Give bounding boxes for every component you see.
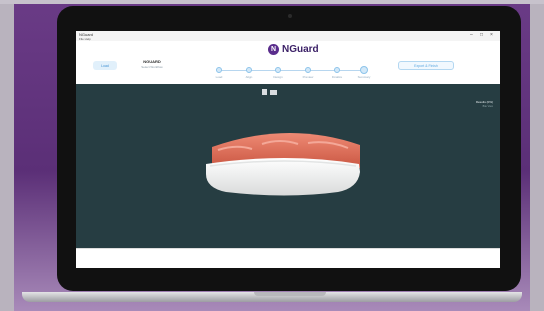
status-bar: [76, 248, 500, 268]
app-screen: NGuard File Help – □ × N NGuard Load NGU…: [76, 31, 500, 268]
step-label-load: Load: [215, 75, 223, 79]
maximize-icon[interactable]: □: [480, 32, 483, 38]
load-button[interactable]: Load: [93, 61, 117, 70]
step-label-finalize: Finalize: [331, 75, 343, 79]
step-label-summary: Summary: [357, 75, 371, 79]
logo-text: NGuard: [282, 43, 319, 55]
step-dot-summary[interactable]: [360, 66, 368, 74]
step-label-design: Design: [273, 75, 283, 79]
minimize-icon[interactable]: –: [470, 32, 473, 38]
window-titlebar: NGuard File Help – □ ×: [76, 31, 500, 41]
close-icon[interactable]: ×: [490, 32, 493, 38]
step-label-preview: Preview: [302, 75, 314, 79]
workflow-subtitle: Select Workflow: [141, 65, 163, 69]
export-finish-button[interactable]: Export & Finish: [398, 61, 454, 70]
step-dot-design[interactable]: [275, 67, 281, 73]
step-dot-align[interactable]: [246, 67, 252, 73]
workflow-title: NGUARD: [143, 59, 161, 64]
backdrop-frame-left: [0, 0, 14, 311]
step-label-align: Align: [245, 75, 253, 79]
workflow-header[interactable]: NGUARD Select Workflow: [132, 59, 172, 69]
step-dot-finalize[interactable]: [334, 67, 340, 73]
laptop-camera: [288, 14, 292, 18]
backdrop-frame-right: [530, 0, 544, 311]
step-dot-preview[interactable]: [305, 67, 311, 73]
progress-track: [219, 70, 363, 71]
window-menu[interactable]: File Help: [79, 37, 91, 41]
step-dot-load[interactable]: [216, 67, 222, 73]
app-logo: N NGuard: [268, 41, 319, 57]
logo-mark-icon: N: [268, 43, 279, 55]
3d-viewport[interactable]: Results (0%) Bite View: [76, 84, 500, 248]
backdrop-frame-top: [0, 0, 544, 4]
mouthguard-model[interactable]: [76, 84, 500, 248]
laptop-notch: [254, 292, 326, 296]
